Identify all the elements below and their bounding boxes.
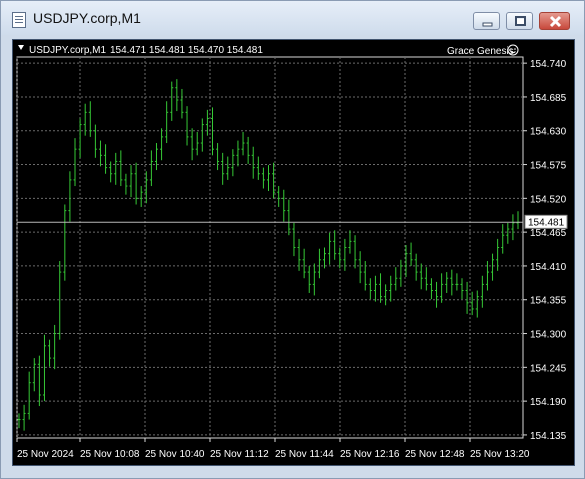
y-axis-label: 154.300 [530, 330, 567, 341]
plot-border [16, 56, 524, 439]
y-axis-label: 154.410 [530, 262, 567, 273]
x-axis-label: 25 Nov 10:08 [80, 449, 140, 460]
y-axis-label: 154.245 [530, 363, 567, 374]
maximize-icon [515, 16, 526, 26]
maximize-button[interactable] [506, 12, 533, 30]
x-axis-label: 25 Nov 12:48 [405, 449, 465, 460]
x-axis-label: 25 Nov 13:20 [470, 449, 530, 460]
chart-symbol-label: USDJPY.corp,M1 [29, 45, 107, 56]
y-axis-label: 154.685 [530, 93, 567, 104]
price-chart[interactable]: 154.481 154.740 154.685 154.630 154.575 154.… [13, 40, 576, 467]
close-icon [549, 15, 562, 28]
y-axis-label: 154.465 [530, 228, 567, 239]
y-axis-label: 154.520 [530, 194, 567, 205]
x-axis-label: 25 Nov 2024 [17, 449, 74, 460]
triangle-down-icon[interactable] [18, 45, 24, 50]
minimize-icon [482, 22, 493, 27]
x-axis-label: 25 Nov 11:44 [275, 449, 334, 460]
x-axis-label: 25 Nov 11:12 [210, 449, 269, 460]
chart-window: USDJPY.corp,M1 154.481 154.740 154.685 154… [0, 0, 585, 479]
chart-window-icon[interactable] [12, 12, 26, 28]
close-button[interactable] [539, 12, 570, 30]
y-axis-label: 154.740 [530, 59, 567, 70]
y-axis-label: 154.135 [530, 431, 567, 442]
y-axis-label: 154.630 [530, 127, 567, 138]
x-axis-label: 25 Nov 10:40 [145, 449, 205, 460]
minimize-button[interactable] [473, 12, 500, 30]
y-axis-label: 154.190 [530, 397, 567, 408]
window-title: USDJPY.corp,M1 [33, 10, 141, 26]
x-axis-label: 25 Nov 12:16 [340, 449, 400, 460]
y-axis-label: 154.575 [530, 161, 567, 172]
account-label: Grace Genesis [447, 46, 514, 57]
window-titlebar[interactable]: USDJPY.corp,M1 [1, 1, 584, 35]
y-axis-label: 154.355 [530, 296, 567, 307]
current-price-label: 154.481 [528, 217, 565, 228]
chart-panel[interactable]: 154.481 154.740 154.685 154.630 154.575 154.… [12, 39, 575, 466]
ohlc-readout: 154.471 154.481 154.470 154.481 [110, 45, 263, 56]
